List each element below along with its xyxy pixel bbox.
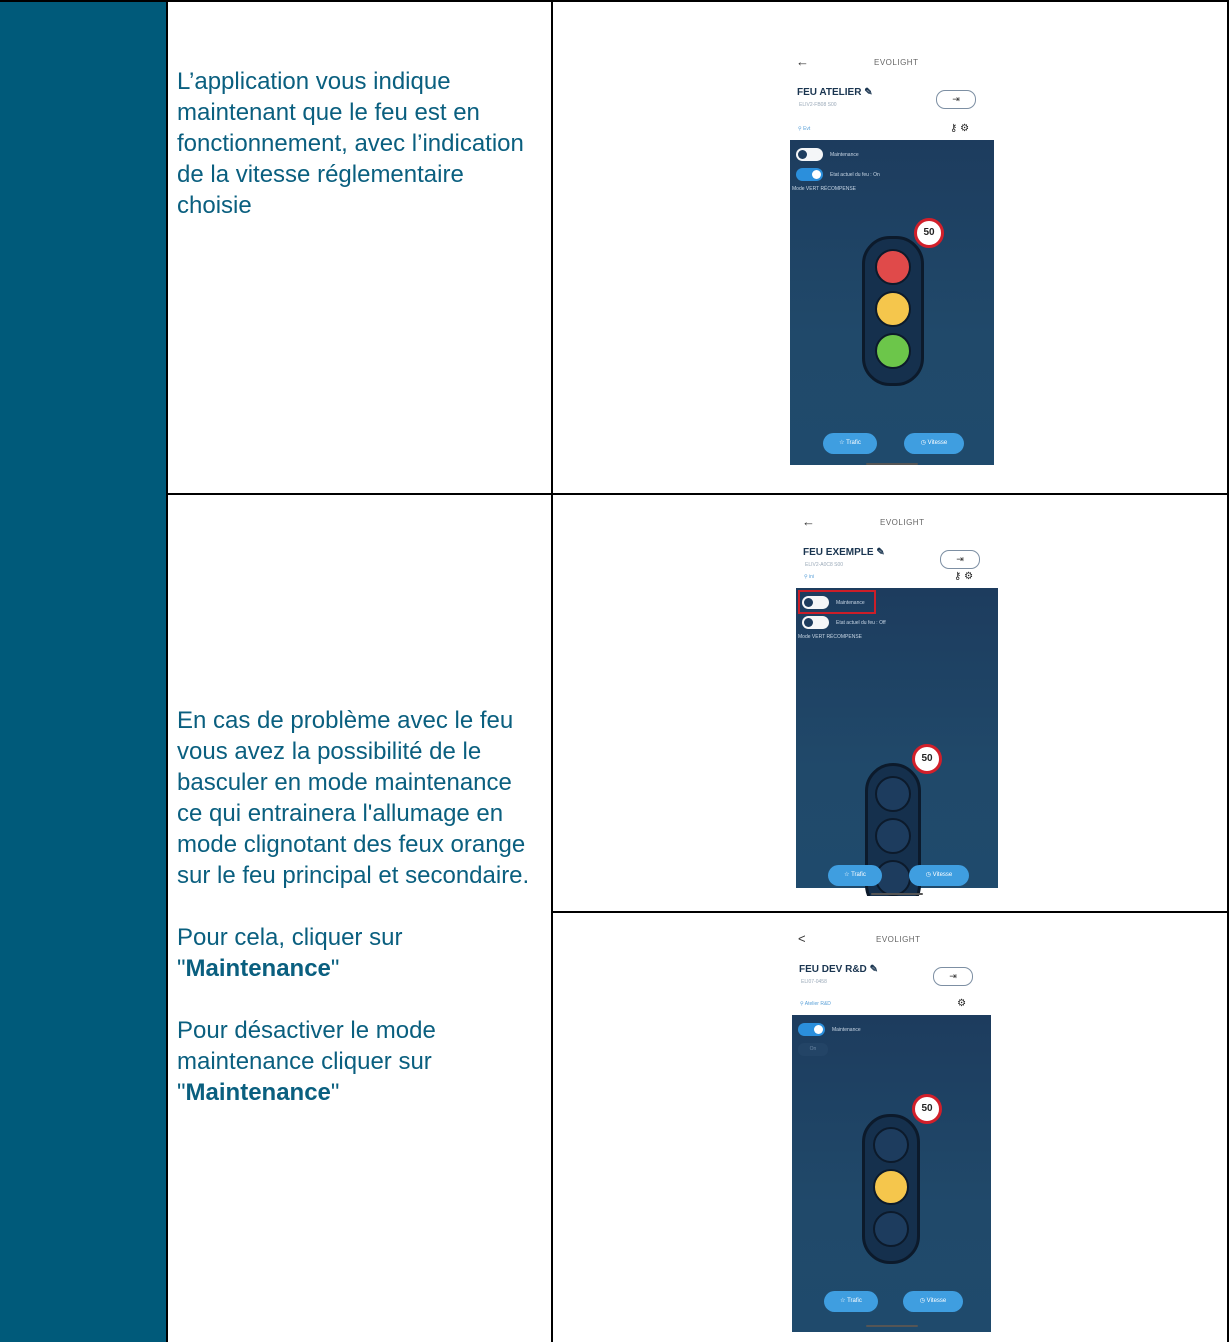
table-divider-middle bbox=[551, 0, 553, 1342]
mode-label: Mode VERT RÉCOMPENSE bbox=[798, 634, 863, 640]
gear-icon[interactable]: ⚙ bbox=[964, 571, 973, 582]
speedometer-icon: ◷ bbox=[919, 1298, 925, 1304]
table-divider-left bbox=[166, 0, 168, 1342]
state-label: Etat actuel du feu : Off bbox=[836, 620, 886, 626]
vitesse-button[interactable]: ◷ Vitesse bbox=[909, 865, 969, 886]
back-arrow-icon[interactable]: < bbox=[798, 931, 806, 946]
location-label[interactable]: ⚲ Atelier R&D bbox=[800, 1001, 831, 1007]
location-label[interactable]: ⚲ Evt bbox=[798, 126, 810, 132]
trafic-button[interactable]: ☆ Trafic bbox=[828, 865, 882, 886]
maintenance-toggle[interactable] bbox=[796, 148, 823, 161]
vitesse-button[interactable]: ◷ Vitesse bbox=[903, 1291, 963, 1312]
home-indicator bbox=[871, 893, 923, 895]
table-border-top bbox=[0, 0, 1229, 2]
app-brand: EVOLIGHT bbox=[874, 58, 919, 67]
exit-icon: ⇥ bbox=[956, 554, 964, 564]
device-serial: ELI07-0458 bbox=[801, 979, 827, 985]
row2-paragraph-1: En cas de problème avec le feu vous avez… bbox=[177, 707, 530, 889]
maintenance-keyword: Maintenance bbox=[185, 1079, 331, 1106]
device-serial: ELIV2-A0C8 S00 bbox=[805, 562, 844, 568]
vitesse-button[interactable]: ◷ Vitesse bbox=[904, 433, 964, 454]
key-icon[interactable]: ⚷ bbox=[954, 571, 961, 582]
back-arrow-icon[interactable]: ← bbox=[796, 54, 809, 69]
phone-screenshot: ← EVOLIGHT FEU ATELIER ✎ ELIV2-FB08 S00 ⇥ ⚲ E… bbox=[790, 48, 994, 473]
speed-limit-badge: 50 bbox=[912, 1094, 942, 1124]
table-row-divider bbox=[167, 493, 1229, 495]
exit-icon: ⇥ bbox=[949, 971, 957, 981]
home-indicator bbox=[866, 1325, 918, 1327]
sidebar-band bbox=[0, 0, 167, 1342]
exit-button[interactable]: ⇥ bbox=[940, 550, 980, 569]
speedometer-icon: ◷ bbox=[925, 872, 931, 878]
trafic-button[interactable]: ☆ Trafic bbox=[824, 1291, 878, 1312]
status-panel: Maintenance On 50 bbox=[792, 1015, 991, 1332]
app-brand: EVOLIGHT bbox=[876, 935, 921, 944]
back-arrow-icon[interactable]: ← bbox=[802, 514, 815, 529]
mode-label: Mode VERT RÉCOMPENSE bbox=[792, 186, 857, 192]
home-indicator bbox=[866, 463, 918, 465]
location-label[interactable]: ⚲ ini bbox=[804, 574, 814, 580]
state-label: Etat actuel du feu : On bbox=[830, 172, 880, 178]
edit-pencil-icon[interactable]: ✎ bbox=[870, 964, 878, 975]
star-icon: ☆ bbox=[839, 440, 845, 446]
maintenance-label: Maintenance bbox=[830, 152, 859, 158]
row1-text: L’application vous indique maintenant qu… bbox=[177, 68, 524, 219]
gear-icon[interactable]: ⚙ bbox=[960, 123, 969, 134]
device-serial: ELIV2-FB08 S00 bbox=[799, 102, 837, 108]
traffic-lamp bbox=[875, 333, 911, 369]
edit-pencil-icon[interactable]: ✎ bbox=[864, 87, 872, 98]
traffic-lamp bbox=[873, 1169, 909, 1205]
traffic-lamp bbox=[875, 291, 911, 327]
phone-screenshot: < EVOLIGHT FEU DEV R&D ✎ ELI07-0458 ⇥ ⚲ Ateli… bbox=[792, 925, 991, 1340]
status-panel: Maintenance Etat actuel du feu : Off Mode … bbox=[796, 588, 998, 896]
star-icon: ☆ bbox=[840, 1298, 846, 1304]
gear-icon[interactable]: ⚙ bbox=[957, 998, 966, 1009]
speed-limit-badge: 50 bbox=[914, 218, 944, 248]
maintenance-label: Maintenance bbox=[832, 1027, 861, 1033]
state-toggle[interactable] bbox=[796, 168, 823, 181]
row1-instruction: L’application vous indique maintenant qu… bbox=[177, 66, 537, 221]
state-toggle[interactable] bbox=[802, 616, 829, 629]
traffic-lamp bbox=[875, 249, 911, 285]
exit-button[interactable]: ⇥ bbox=[933, 967, 973, 986]
header-icons: ⚷ ⚙ bbox=[947, 998, 966, 1009]
trafic-button[interactable]: ☆ Trafic bbox=[823, 433, 877, 454]
app-brand: EVOLIGHT bbox=[880, 518, 925, 527]
row2-instruction: En cas de problème avec le feu vous avez… bbox=[177, 705, 542, 1108]
table-subrow-divider bbox=[552, 911, 1229, 913]
speedometer-icon: ◷ bbox=[920, 440, 926, 446]
traffic-lamp bbox=[875, 818, 911, 854]
traffic-lamp bbox=[875, 776, 911, 812]
status-panel: Maintenance Etat actuel du feu : On Mode V… bbox=[790, 140, 994, 465]
header-icons: ⚷ ⚙ bbox=[954, 571, 973, 582]
device-name: FEU DEV R&D ✎ bbox=[799, 964, 878, 975]
traffic-lamp bbox=[873, 1211, 909, 1247]
phone-screenshot: ← EVOLIGHT FEU EXEMPLE ✎ ELIV2-A0C8 S00 ⇥ ⚲ i… bbox=[796, 508, 998, 896]
exit-button[interactable]: ⇥ bbox=[936, 90, 976, 109]
maintenance-highlight bbox=[798, 590, 876, 614]
key-icon[interactable]: ⚷ bbox=[950, 123, 957, 134]
maintenance-keyword: Maintenance bbox=[185, 955, 331, 982]
maintenance-toggle[interactable] bbox=[798, 1023, 825, 1036]
device-name: FEU ATELIER ✎ bbox=[797, 87, 873, 98]
device-name: FEU EXEMPLE ✎ bbox=[803, 547, 885, 558]
row2-paragraph-2: Pour cela, cliquer sur "Maintenance" bbox=[177, 924, 403, 982]
header-icons: ⚷ ⚙ bbox=[950, 123, 969, 134]
traffic-lamp bbox=[873, 1127, 909, 1163]
state-chip[interactable]: On bbox=[798, 1043, 828, 1056]
edit-pencil-icon[interactable]: ✎ bbox=[876, 547, 884, 558]
row2-paragraph-3: Pour désactiver le mode maintenance cliq… bbox=[177, 1017, 436, 1106]
speed-limit-badge: 50 bbox=[912, 744, 942, 774]
exit-icon: ⇥ bbox=[952, 94, 960, 104]
star-icon: ☆ bbox=[844, 872, 850, 878]
